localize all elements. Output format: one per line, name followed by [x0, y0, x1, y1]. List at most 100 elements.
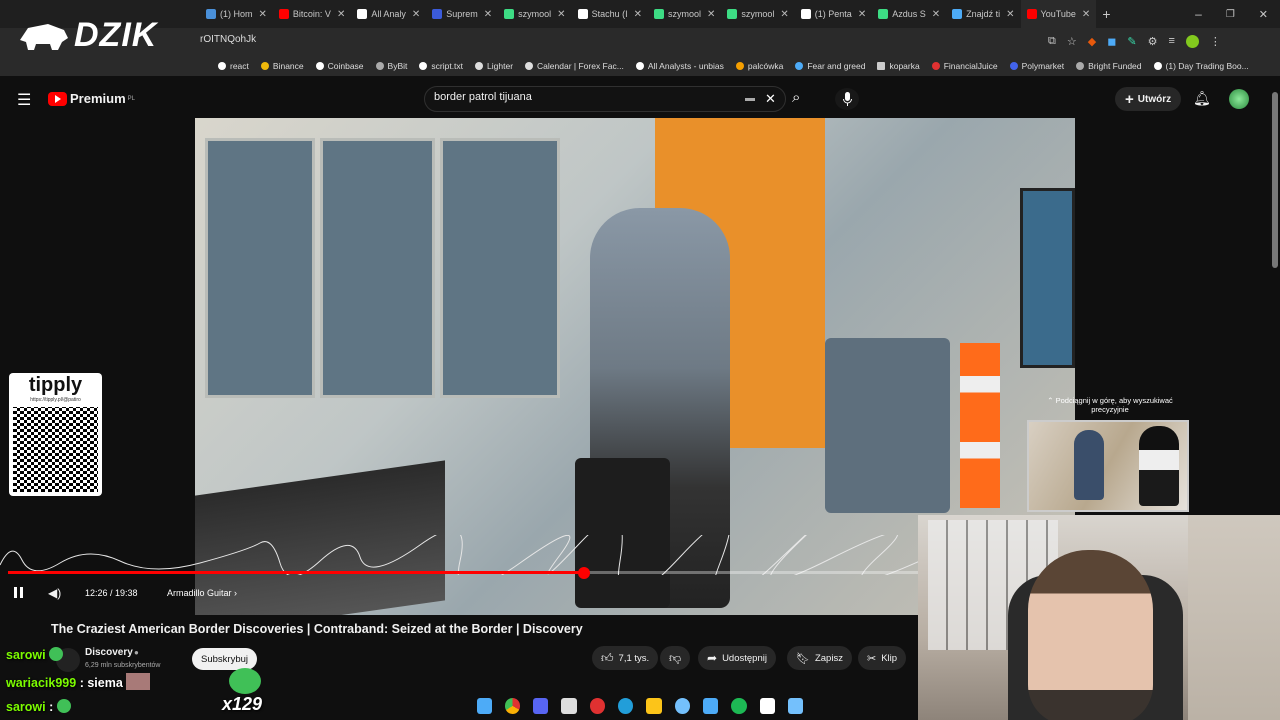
bookmark-label: (1) Day Trading Boo... — [1165, 61, 1249, 71]
bookmark-item[interactable]: (1) Day Trading Boo... — [1153, 61, 1249, 71]
install-icon[interactable]: ⧉ — [1048, 35, 1056, 48]
bookmark-icon — [735, 62, 744, 70]
new-tab-button[interactable]: + — [1096, 0, 1116, 28]
bookmark-item[interactable]: palcówka — [735, 61, 783, 71]
app-icon[interactable] — [674, 698, 691, 714]
dzik-logo-text: DZIK — [74, 16, 158, 54]
extension-icon[interactable]: ✎ — [1127, 35, 1136, 48]
bookmark-item[interactable]: FinancialJuice — [931, 61, 998, 71]
share-button[interactable]: ➦ Udostępnij — [698, 646, 776, 670]
bybit-icon — [375, 62, 384, 70]
browser-tab[interactable]: Stachu (I ✕ — [572, 0, 648, 28]
save-button[interactable]: 🔖︎ Zapisz — [787, 646, 852, 670]
app-icon[interactable] — [759, 698, 776, 714]
browser-tab[interactable]: Znajdź ti ✕ — [946, 0, 1020, 28]
spotify-icon[interactable] — [731, 698, 747, 714]
bookmark-item[interactable]: react — [218, 61, 249, 71]
bookmark-item[interactable]: Polymarket — [1009, 61, 1064, 71]
bookmark-folder[interactable]: koparka — [877, 61, 920, 71]
bookmark-item[interactable]: All Analysts - unbias — [635, 61, 724, 71]
windows-start-icon[interactable] — [476, 698, 492, 714]
notifications-bell-icon[interactable]: 🔔︎ — [1193, 90, 1211, 107]
user-avatar[interactable] — [1229, 89, 1249, 109]
bookmark-item[interactable]: Lighter — [475, 61, 513, 71]
close-icon[interactable]: ✕ — [484, 9, 492, 20]
chapter-button[interactable]: Armadillo Guitar › — [167, 588, 237, 598]
browser-tab[interactable]: szymool ✕ — [498, 0, 571, 28]
search-box[interactable]: ▬ ✕ — [424, 86, 786, 112]
browser-tab[interactable]: Suprem ✕ — [426, 0, 498, 28]
bookmark-item[interactable]: Binance — [260, 61, 304, 71]
chrome-icon[interactable] — [504, 698, 521, 714]
browser-tab[interactable]: All Analy ✕ — [351, 0, 426, 28]
app-icon[interactable] — [561, 698, 577, 714]
profile-avatar[interactable] — [1185, 35, 1199, 48]
dislike-button[interactable]: 👎︎ — [660, 646, 691, 670]
minimize-icon[interactable]: – — [1183, 0, 1214, 28]
telegram-icon[interactable] — [618, 698, 634, 714]
close-icon[interactable]: ✕ — [858, 9, 866, 20]
app-icon[interactable] — [589, 698, 606, 714]
bookmark-label: script.txt — [431, 61, 464, 71]
menu-icon[interactable]: ⋮ — [1210, 35, 1221, 48]
restore-icon[interactable]: ❐ — [1214, 0, 1247, 28]
bookmark-item[interactable]: Bright Funded — [1076, 61, 1142, 71]
chat-text: : — [49, 700, 54, 714]
folder-icon[interactable] — [646, 698, 662, 714]
notepad-icon[interactable] — [788, 698, 804, 714]
browser-tab[interactable]: Bitcoin: V ✕ — [273, 0, 351, 28]
boar-icon — [20, 23, 68, 50]
clear-search-icon[interactable]: ✕ — [765, 91, 776, 107]
scrollbar[interactable] — [1272, 92, 1278, 268]
progress-scrubber[interactable] — [578, 567, 590, 579]
chat-message: sarowi : — [6, 699, 71, 714]
close-icon[interactable]: ✕ — [707, 9, 715, 20]
hamburger-menu-icon[interactable]: ☰ — [17, 90, 31, 110]
voice-search-button[interactable] — [835, 88, 859, 110]
bookmark-item[interactable]: script.txt — [419, 61, 463, 71]
browser-tab-active[interactable]: YouTube ✕ — [1020, 0, 1097, 28]
browser-tab[interactable]: szymool ✕ — [648, 0, 721, 28]
app-icon[interactable] — [703, 698, 719, 714]
bookmark-icon — [795, 62, 804, 70]
close-icon[interactable]: ✕ — [412, 9, 420, 20]
bookmark-item[interactable]: ByBit — [375, 61, 407, 71]
close-icon[interactable]: ✕ — [780, 9, 788, 20]
browser-tab[interactable]: (1) Penta ✕ — [795, 0, 872, 28]
window-close-icon[interactable]: ✕ — [1247, 0, 1280, 28]
subscribe-button[interactable]: Subskrybuj — [192, 648, 257, 670]
youtube-logo[interactable]: Premium PL — [48, 91, 135, 106]
close-icon[interactable]: ✕ — [932, 9, 940, 20]
search-button[interactable]: ⌕ — [792, 89, 800, 106]
pause-button[interactable] — [14, 587, 23, 598]
browser-tab[interactable]: szymool ✕ — [721, 0, 794, 28]
star-icon[interactable]: ☆ — [1067, 35, 1077, 48]
tab-favicon — [357, 9, 368, 19]
close-icon[interactable]: ✕ — [337, 9, 345, 20]
extension-icon[interactable]: ◼ — [1107, 35, 1116, 48]
puzzle-icon[interactable]: ⚙ — [1148, 35, 1158, 48]
tab-label: (1) Hom — [220, 9, 253, 19]
search-input[interactable] — [434, 91, 734, 103]
extension-icon[interactable]: ◆ — [1088, 35, 1096, 48]
volume-icon[interactable]: ◀︎) — [48, 586, 61, 600]
discord-icon[interactable] — [533, 698, 549, 714]
close-icon[interactable]: ✕ — [1006, 9, 1014, 20]
like-button[interactable]: 👍︎ 7,1 tys. — [592, 646, 659, 670]
browser-tab[interactable]: Azdus S ✕ — [872, 0, 946, 28]
bookmark-item[interactable]: Calendar | Forex Fac... — [525, 61, 624, 71]
close-icon[interactable]: ✕ — [557, 9, 565, 20]
media-icon[interactable]: ≡ — [1168, 35, 1174, 48]
clip-button[interactable]: ✂ Klip — [858, 646, 907, 670]
create-button[interactable]: + Utwórz — [1115, 87, 1182, 111]
keyboard-icon[interactable]: ▬ — [745, 93, 755, 104]
url-text[interactable]: rOITNQohJk — [200, 34, 256, 45]
channel-name[interactable]: Discovery — [85, 647, 133, 658]
browser-tab[interactable]: (1) Hom ✕ — [200, 0, 273, 28]
close-icon[interactable]: ✕ — [259, 9, 267, 20]
close-icon[interactable]: ✕ — [634, 9, 642, 20]
bookmark-item[interactable]: Fear and greed — [795, 61, 865, 71]
bookmark-item[interactable]: Coinbase — [315, 61, 364, 71]
close-icon[interactable]: ✕ — [1082, 9, 1090, 20]
miniplayer-preview[interactable] — [1027, 420, 1189, 512]
